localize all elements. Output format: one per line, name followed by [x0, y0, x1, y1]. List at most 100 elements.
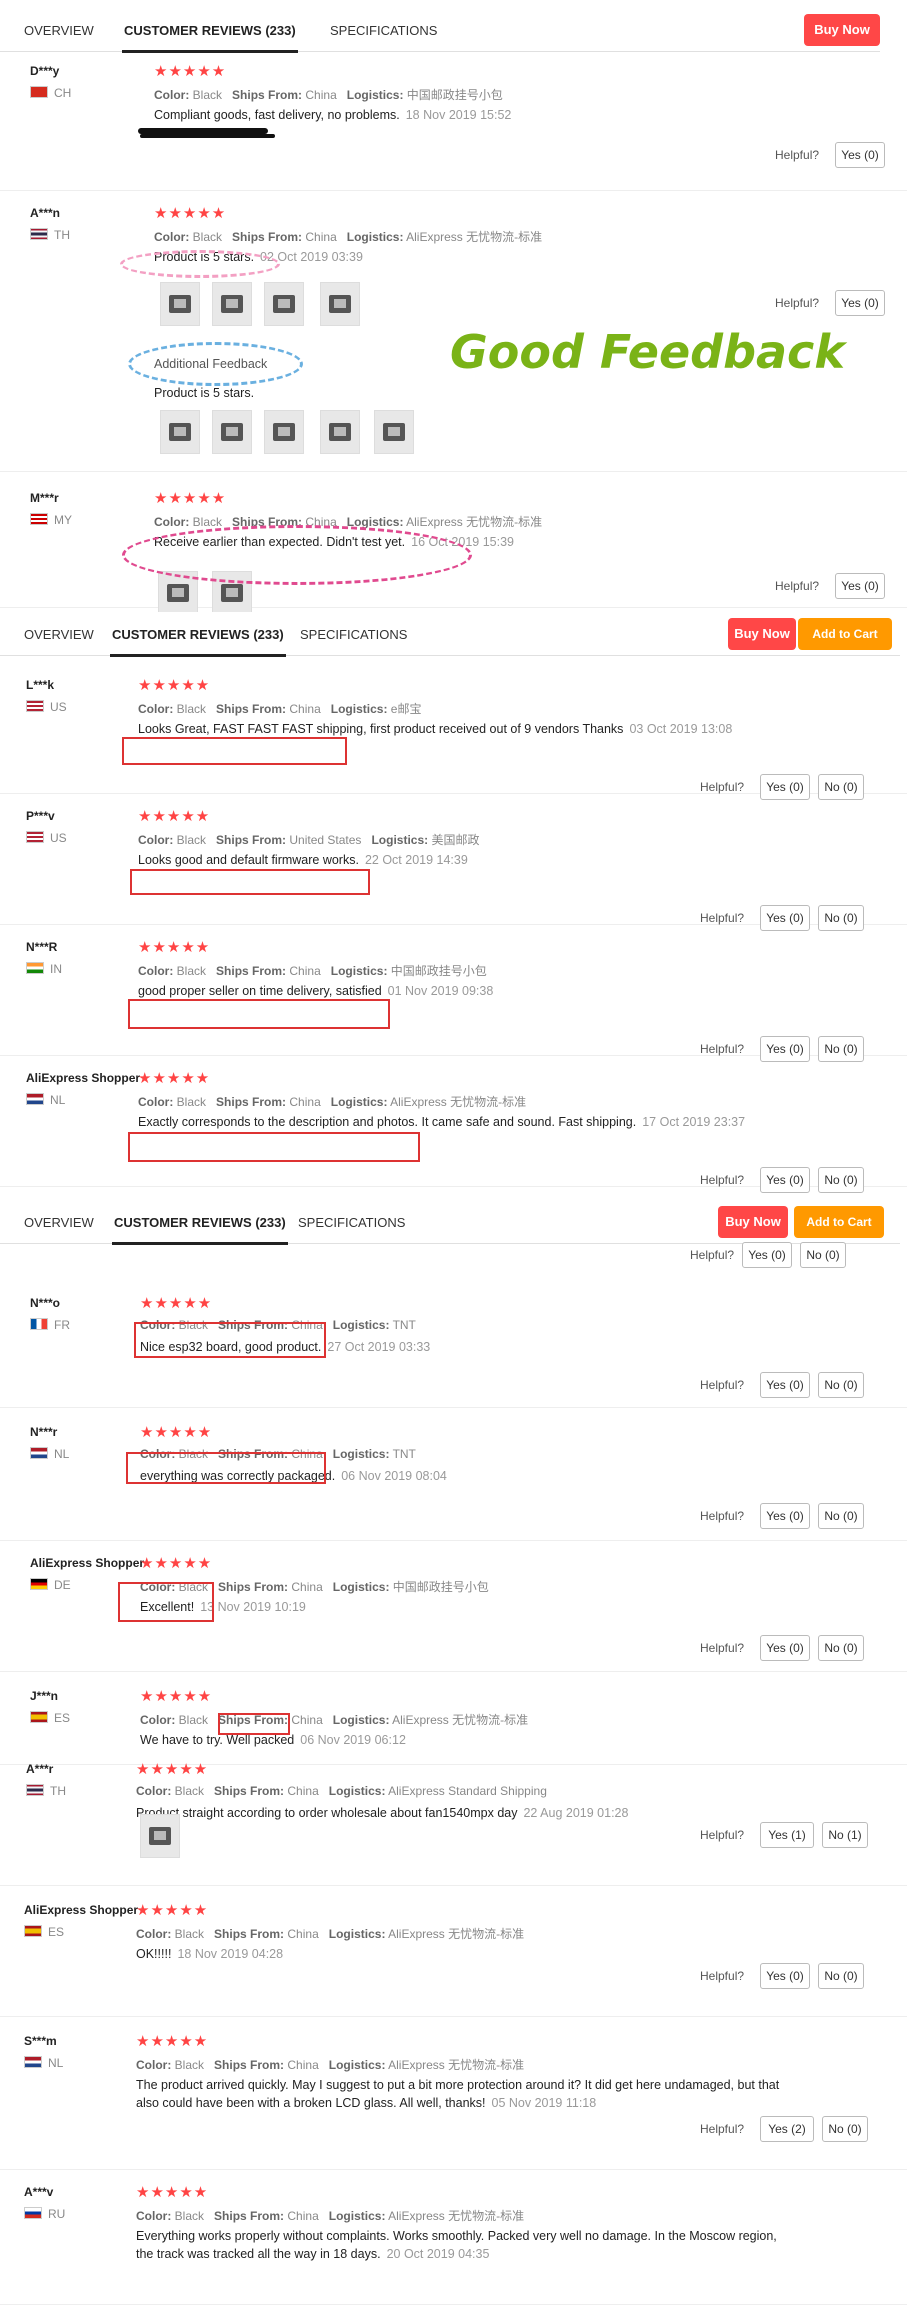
- order-info-label: Color:: [136, 1784, 172, 1798]
- review-text: good proper seller on time delivery, sat…: [138, 982, 493, 1000]
- order-info-label: Color:: [138, 702, 174, 716]
- star-rating-icon: ★★★★★: [138, 808, 211, 825]
- reviewer-name: A***n: [30, 206, 61, 220]
- order-info-value: 中国邮政挂号小包: [392, 1580, 489, 1594]
- helpful-yes-button[interactable]: Yes (0): [760, 1372, 810, 1398]
- review-photo-thumbnail[interactable]: [320, 282, 360, 326]
- helpful-yes-button[interactable]: Yes (0): [835, 290, 885, 316]
- order-info-value: China: [287, 1927, 319, 1941]
- tab-overview[interactable]: OVERVIEW: [24, 23, 94, 38]
- good-feedback-annotation: Good Feedback: [450, 325, 845, 379]
- buy-now-button[interactable]: Buy Now: [718, 1206, 788, 1238]
- helpful-yes-button[interactable]: Yes (0): [760, 1963, 810, 1989]
- helpful-no-button[interactable]: No (0): [818, 1167, 864, 1193]
- order-info-value: China: [289, 964, 321, 978]
- review-photo-thumbnail[interactable]: [212, 410, 252, 454]
- reviewer-name: D***y: [30, 64, 60, 78]
- order-info-value: AliExpress 无忧物流-标准: [388, 2058, 525, 2072]
- review-photo-thumbnail[interactable]: [140, 1814, 180, 1858]
- annotation-highlight: [218, 1713, 290, 1735]
- order-info-label: Logistics:: [328, 1927, 386, 1941]
- tab-overview[interactable]: OVERVIEW: [24, 1215, 94, 1230]
- tab-customer-reviews[interactable]: CUSTOMER REVIEWS (233): [112, 1215, 288, 1245]
- tab-specifications[interactable]: SPECIFICATIONS: [330, 23, 437, 38]
- review-photo-thumbnail[interactable]: [374, 410, 414, 454]
- helpful-label: Helpful?: [700, 1509, 745, 1523]
- annotation-highlight: [134, 1322, 326, 1358]
- order-info-label: Logistics:: [328, 2058, 386, 2072]
- review-body: OK!!!!!: [136, 1947, 172, 1961]
- helpful-yes-button[interactable]: Yes (0): [760, 1503, 810, 1529]
- order-info-value: AliExpress 无忧物流-标准: [406, 515, 543, 529]
- star-rating-icon: ★★★★★: [154, 490, 227, 507]
- review-photo-thumbnail[interactable]: [264, 282, 304, 326]
- star-rating-icon: ★★★★★: [136, 1761, 209, 1778]
- device-image: [169, 295, 191, 313]
- reviewer-name: L***k: [26, 678, 55, 692]
- helpful-no-button[interactable]: No (0): [818, 1635, 864, 1661]
- review-photo-thumbnail[interactable]: [320, 410, 360, 454]
- review-photo-thumbnail[interactable]: [212, 282, 252, 326]
- helpful-yes-button[interactable]: Yes (0): [835, 573, 885, 599]
- country-code: FR: [54, 1318, 70, 1332]
- helpful-no-button[interactable]: No (0): [818, 1963, 864, 1989]
- buy-now-button[interactable]: Buy Now: [804, 14, 880, 46]
- order-info-label: Logistics:: [346, 230, 404, 244]
- helpful-yes-button[interactable]: Yes (0): [835, 142, 885, 168]
- order-info-value: China: [289, 702, 321, 716]
- tab-specifications[interactable]: SPECIFICATIONS: [300, 627, 407, 642]
- helpful-label: Helpful?: [700, 1378, 745, 1392]
- order-info-value: AliExpress Standard Shipping: [388, 1784, 547, 1798]
- tab-customer-reviews[interactable]: CUSTOMER REVIEWS (233): [110, 627, 286, 657]
- helpful-yes-button[interactable]: Yes (0): [760, 1167, 810, 1193]
- tab-customer-reviews[interactable]: CUSTOMER REVIEWS (233): [122, 23, 298, 53]
- country-flag-icon: [30, 1318, 48, 1330]
- review-date: 05 Nov 2019 11:18: [491, 2096, 597, 2110]
- helpful-no-button[interactable]: No (0): [822, 2116, 868, 2142]
- additional-feedback-label: Additional Feedback: [154, 357, 268, 371]
- helpful-yes-button[interactable]: Yes (2): [760, 2116, 814, 2142]
- helpful-label: Helpful?: [700, 1173, 745, 1187]
- order-info: Color: Black Ships From: China Logistics…: [138, 962, 487, 979]
- helpful-yes-button[interactable]: Yes (0): [742, 1242, 792, 1268]
- star-rating-icon: ★★★★★: [136, 1902, 209, 1919]
- tab-overview[interactable]: OVERVIEW: [24, 627, 94, 642]
- review-date: 01 Nov 2019 09:38: [387, 984, 494, 998]
- device-image: [383, 423, 405, 441]
- review-text: Product straight according to order whol…: [136, 1804, 628, 1822]
- helpful-no-button[interactable]: No (0): [818, 1372, 864, 1398]
- country-code: ES: [54, 1711, 71, 1725]
- review-photo-thumbnail[interactable]: [160, 410, 200, 454]
- helpful-yes-button[interactable]: Yes (1): [760, 1822, 814, 1848]
- order-info-value: Black: [176, 833, 207, 847]
- review-photo-thumbnail[interactable]: [160, 282, 200, 326]
- order-info-value: Black: [174, 2209, 205, 2223]
- star-rating-icon: ★★★★★: [138, 677, 211, 694]
- order-info-value: AliExpress 无忧物流-标准: [388, 2209, 525, 2223]
- review-item: D***y CH ★★★★★ Color: Black Ships From: Chi…: [0, 56, 907, 191]
- helpful-no-button[interactable]: No (0): [800, 1242, 846, 1268]
- country-flag-icon: [24, 2207, 42, 2219]
- order-info-value: China: [305, 230, 337, 244]
- review-photo-thumbnail[interactable]: [264, 410, 304, 454]
- tab-specifications[interactable]: SPECIFICATIONS: [298, 1215, 405, 1230]
- helpful-no-button[interactable]: No (1): [822, 1822, 868, 1848]
- order-info-value: Black: [174, 1927, 205, 1941]
- order-info-value: China: [305, 88, 337, 102]
- helpful-no-button[interactable]: No (0): [818, 1503, 864, 1529]
- buy-now-button[interactable]: Buy Now: [728, 618, 796, 650]
- tab-bar: OVERVIEW CUSTOMER REVIEWS (233) SPECIFICAT…: [0, 1200, 900, 1245]
- add-to-cart-button[interactable]: Add to Cart: [794, 1206, 884, 1238]
- annotation-highlight: [130, 869, 370, 895]
- add-to-cart-button[interactable]: Add to Cart: [798, 618, 892, 650]
- device-image: [329, 423, 351, 441]
- review-item: A***r TH ★★★★★ Color: Black Ships From: Chi…: [0, 1758, 907, 1886]
- order-info: Color: Black Ships From: China Logistics…: [136, 1925, 524, 1942]
- reviewer-name: N***o: [30, 1296, 61, 1310]
- device-image: [329, 295, 351, 313]
- tab-bar: OVERVIEW CUSTOMER REVIEWS (233) SPECIFICAT…: [0, 8, 880, 53]
- reviewer-name: M***r: [30, 491, 59, 505]
- helpful-yes-button[interactable]: Yes (0): [760, 1635, 810, 1661]
- order-info-value: Black: [174, 1784, 205, 1798]
- order-info-label: Logistics:: [330, 1095, 388, 1109]
